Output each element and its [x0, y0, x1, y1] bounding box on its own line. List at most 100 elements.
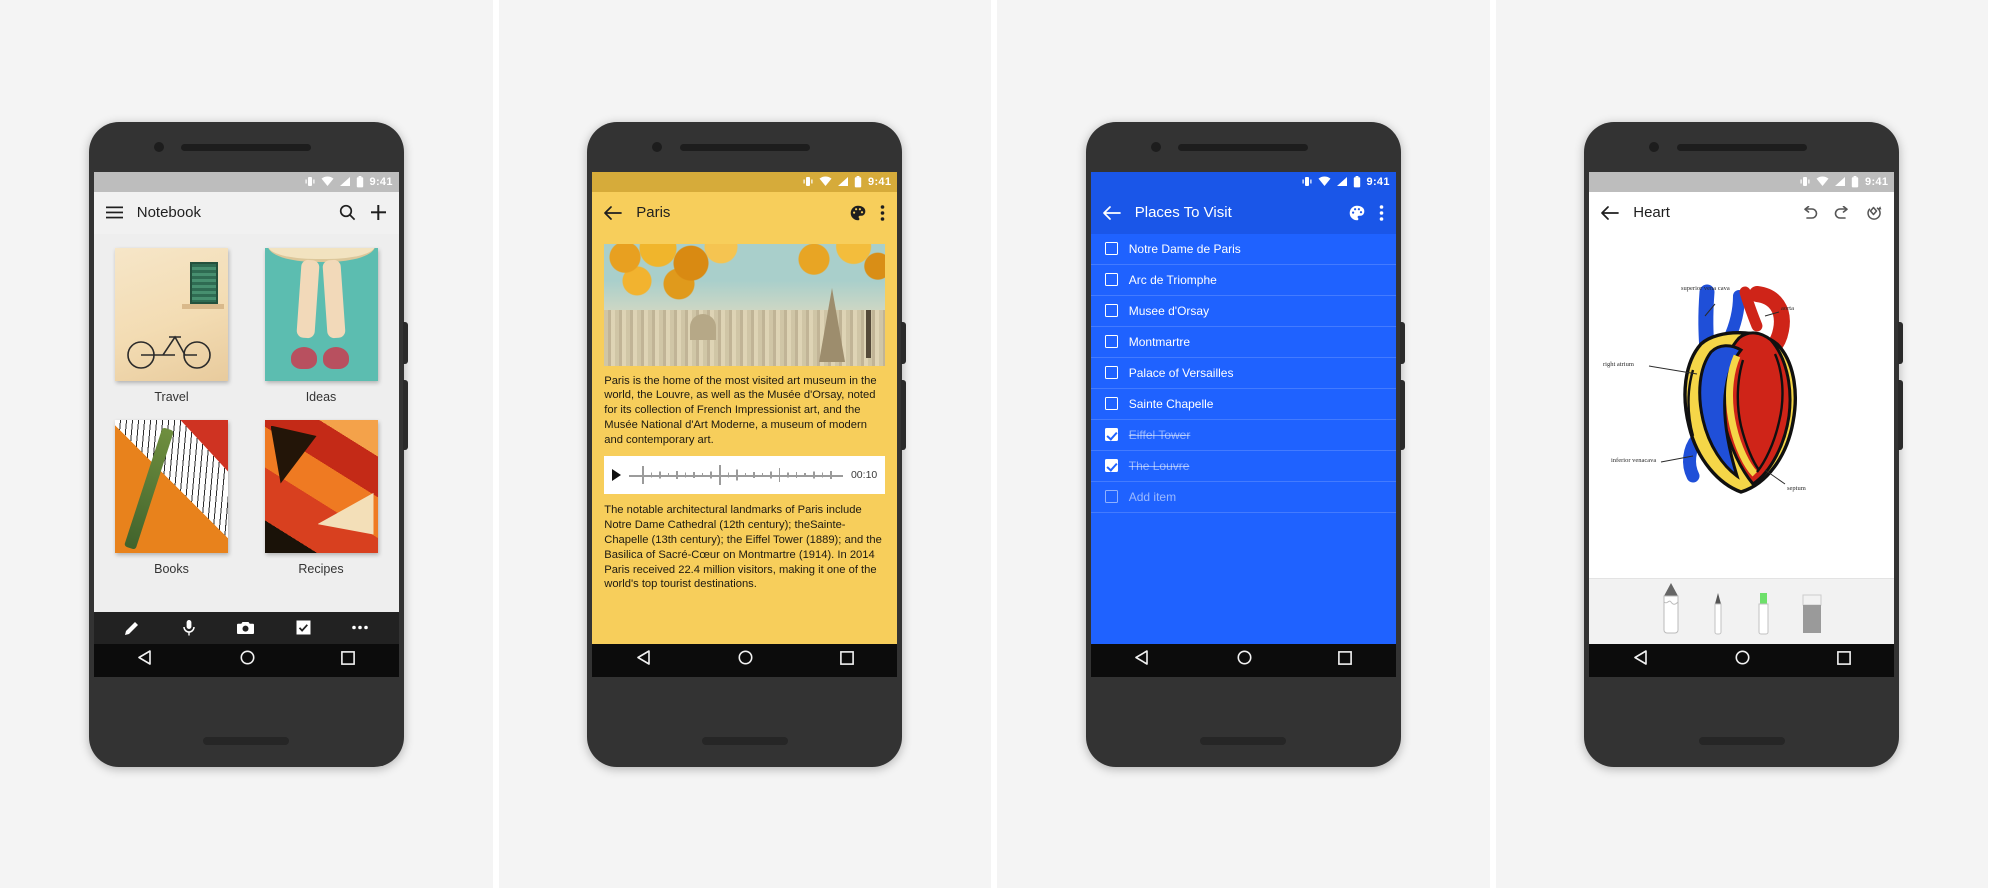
checkbox-icon[interactable] — [1104, 366, 1118, 379]
status-bar: 9:41 — [592, 171, 898, 192]
phone-frame: 9:41 Places To Visit Notre Dame de Paris — [1085, 121, 1405, 767]
power-button[interactable] — [1399, 321, 1405, 364]
pen-tool[interactable] — [1711, 591, 1725, 640]
add-icon[interactable] — [370, 204, 387, 221]
recents-nav-icon[interactable] — [1836, 650, 1851, 670]
palette-icon[interactable] — [850, 205, 866, 221]
hamburger-menu-icon[interactable] — [105, 206, 123, 219]
list-item[interactable]: Montmartre — [1090, 327, 1396, 358]
undo-icon[interactable] — [1801, 205, 1819, 220]
volume-button[interactable] — [1898, 379, 1904, 450]
add-item-row[interactable]: Add item — [1090, 482, 1396, 513]
status-bar: 9:41 — [1090, 171, 1396, 192]
drawing-canvas-area[interactable]: superior vena cava aorta right atrium in… — [1589, 233, 1895, 578]
checkbox-icon[interactable] — [1104, 459, 1118, 472]
note-card-recipes[interactable]: Recipes — [255, 419, 387, 576]
note-card-ideas[interactable]: Ideas — [255, 247, 387, 404]
overflow-icon[interactable] — [1379, 204, 1384, 221]
eraser-tool[interactable] — [1801, 593, 1823, 640]
checkbox-icon[interactable] — [1104, 242, 1118, 255]
home-nav-icon[interactable] — [738, 650, 753, 670]
shape-refine-icon[interactable] — [1865, 205, 1882, 221]
back-arrow-icon[interactable] — [1102, 205, 1121, 220]
wifi-icon — [321, 176, 334, 187]
palette-icon[interactable] — [1349, 205, 1365, 221]
checkbox-icon[interactable] — [1104, 335, 1118, 348]
list-item[interactable]: Musee d'Orsay — [1090, 296, 1396, 327]
list-item[interactable]: Notre Dame de Paris — [1090, 234, 1396, 265]
home-nav-icon[interactable] — [1735, 650, 1750, 670]
drawing-label: superior vena cava — [1681, 285, 1730, 292]
recents-nav-icon[interactable] — [839, 650, 854, 670]
checkbox-icon[interactable] — [1104, 304, 1118, 317]
search-icon[interactable] — [339, 204, 356, 221]
list-item-label: Montmartre — [1128, 334, 1191, 349]
volume-button[interactable] — [1399, 379, 1405, 450]
status-time: 9:41 — [1865, 175, 1889, 188]
audio-waveform[interactable] — [629, 464, 843, 486]
paris-photo — [604, 243, 886, 366]
camera-icon[interactable] — [237, 621, 255, 635]
back-arrow-icon[interactable] — [604, 205, 623, 220]
power-button[interactable] — [1898, 321, 1904, 364]
note-label: Travel — [154, 389, 189, 404]
checkbox-icon[interactable] — [1104, 273, 1118, 286]
note-card-books[interactable]: Books — [106, 419, 238, 576]
note-card-travel[interactable]: Travel — [106, 247, 238, 404]
note-label: Recipes — [298, 561, 344, 576]
back-nav-icon[interactable] — [636, 650, 652, 670]
page-title: Paris — [636, 204, 671, 221]
overflow-icon[interactable] — [880, 204, 885, 221]
battery-icon — [356, 175, 364, 188]
list-item[interactable]: Sainte Chapelle — [1090, 389, 1396, 420]
play-icon[interactable] — [612, 469, 622, 482]
note-paragraph-1: Paris is the home of the most visited ar… — [604, 374, 877, 446]
list-item[interactable]: Eiffel Tower — [1090, 420, 1396, 451]
home-nav-icon[interactable] — [240, 650, 255, 670]
volume-button[interactable] — [402, 379, 408, 450]
audio-player[interactable]: 00:10 — [604, 456, 886, 495]
microphone-icon[interactable] — [182, 619, 196, 636]
list-item[interactable]: The Louvre — [1090, 451, 1396, 482]
battery-icon — [1851, 175, 1859, 188]
list-item[interactable]: Arc de Triomphe — [1090, 265, 1396, 296]
back-nav-icon[interactable] — [1633, 650, 1649, 670]
highlighter-tool[interactable] — [1755, 591, 1771, 640]
app-bar: Heart — [1589, 191, 1895, 234]
vibrate-icon — [1301, 176, 1313, 187]
power-button[interactable] — [402, 321, 408, 364]
bottom-speaker — [1200, 736, 1287, 745]
recents-nav-icon[interactable] — [1338, 650, 1353, 670]
list-item-label: Palace of Versailles — [1128, 365, 1234, 380]
signal-icon — [1336, 176, 1348, 187]
back-nav-icon[interactable] — [1134, 650, 1150, 670]
signal-icon — [1834, 176, 1846, 187]
recents-nav-icon[interactable] — [341, 650, 356, 670]
front-camera-icon — [1649, 141, 1660, 152]
earpiece — [1178, 143, 1309, 151]
list-item[interactable]: Palace of Versailles — [1090, 358, 1396, 389]
panel-notebook: 9:41 Notebook Travel Ideas Books Recipes — [0, 0, 499, 888]
battery-icon — [854, 175, 862, 188]
wifi-icon — [1318, 176, 1331, 187]
back-arrow-icon[interactable] — [1601, 205, 1620, 220]
phone-frame: 9:41 Heart superior vena cava aorta righ… — [1584, 121, 1904, 767]
pen-icon[interactable] — [124, 620, 140, 636]
back-nav-icon[interactable] — [137, 650, 153, 670]
checklist-icon[interactable] — [296, 620, 311, 635]
checkbox-icon[interactable] — [1104, 428, 1118, 441]
power-button[interactable] — [901, 321, 907, 364]
overflow-icon[interactable] — [352, 625, 368, 630]
volume-button[interactable] — [901, 379, 907, 450]
android-nav-bar — [592, 643, 898, 677]
front-camera-icon — [652, 141, 663, 152]
checkbox-icon[interactable] — [1104, 397, 1118, 410]
bottom-toolbar — [93, 611, 399, 644]
home-nav-icon[interactable] — [1237, 650, 1252, 670]
pencil-tool[interactable] — [1661, 581, 1681, 640]
panel-paris-note: 9:41 Paris Paris is the home of the most… — [498, 0, 997, 888]
list-item-label: Sainte Chapelle — [1128, 396, 1214, 411]
checkbox-icon[interactable] — [1104, 490, 1118, 503]
note-content: Paris is the home of the most visited ar… — [592, 233, 898, 644]
redo-icon[interactable] — [1833, 205, 1851, 220]
